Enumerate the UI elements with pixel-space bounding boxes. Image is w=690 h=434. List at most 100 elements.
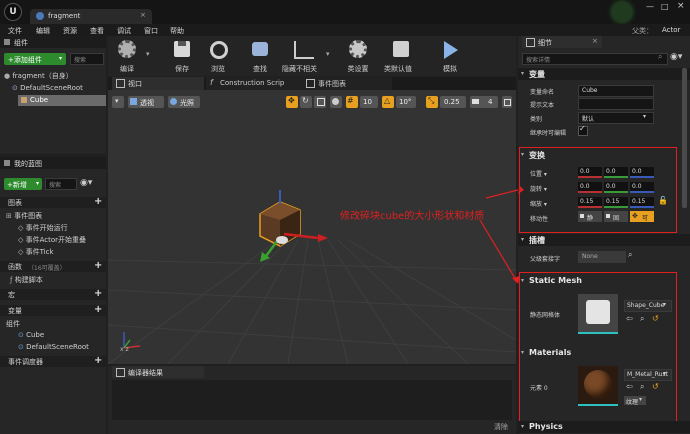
mobility-movable-button[interactable]: ✥ 可 [630,211,654,222]
tab-event-graph[interactable]: 事件图表 [302,77,392,90]
tree-item-self[interactable]: ● fragment（自身） [4,71,73,81]
simulate-button[interactable]: 模拟 [432,38,468,74]
location-label[interactable]: 位置 ▾ [530,169,547,178]
static-mesh-select[interactable]: Shape_Cube ▾ [624,300,672,312]
coordinate-system-button[interactable] [330,96,342,108]
compile-options-chevron-icon[interactable]: ▾ [146,50,150,58]
category-select[interactable]: 默认 ▾ [578,112,654,124]
tab-construction-script[interactable]: f Construction Scrip [206,77,302,90]
material-thumbnail[interactable] [578,366,618,406]
rotation-snap-value[interactable]: 10° [396,96,416,108]
browse-button[interactable]: 浏览 [200,38,236,74]
class-settings-button[interactable]: 类设置 [340,38,376,74]
graphs-category[interactable]: 图表 + [0,196,106,208]
variable-scene-root[interactable]: ⊙ DefaultSceneRoot [18,343,89,351]
compile-button[interactable]: 编译 [110,38,146,74]
event-graph-item[interactable]: ⊞ 事件图表 [6,211,42,221]
class-defaults-button[interactable]: 类默认值 [382,38,422,74]
details-search-input[interactable]: 搜索详情 [522,53,668,65]
reset-arrow-icon[interactable]: ↺ [652,382,659,391]
menu-file[interactable]: 文件 [8,26,22,36]
static-mesh-thumbnail[interactable] [578,294,618,334]
details-tab[interactable]: 细节 × [522,36,602,48]
tab-viewport[interactable]: 视口 [112,77,204,90]
mobility-static-button[interactable]: 静 [578,211,602,222]
rotation-y[interactable]: 0.0 [604,182,628,193]
scale-z[interactable]: 0.15 [630,197,654,208]
perspective-button[interactable]: 透视 [128,96,164,108]
scale-snap-value[interactable]: 0.25 [440,96,466,108]
close-window-icon[interactable]: × [677,1,685,11]
sockets-section-header[interactable]: ▾ 插槽 [518,234,690,246]
tree-item-cube-selected[interactable]: Cube [18,95,106,106]
components-group[interactable]: 组件 [6,319,20,329]
functions-category[interactable]: 函数 （16可覆盖） + [0,260,106,272]
add-component-button[interactable]: +添加组件 ▾ [4,53,66,65]
unreal-logo-icon[interactable]: U [4,3,22,21]
tooltip-input[interactable] [578,98,654,110]
rotation-x[interactable]: 0.0 [578,182,602,193]
dispatchers-category[interactable]: 事件调度器 + [0,355,106,367]
tab-close-icon[interactable]: × [140,11,146,19]
new-button[interactable]: +新增 ▾ [4,178,42,190]
rotation-snap-toggle[interactable]: △ [382,96,394,108]
menu-help[interactable]: 帮助 [170,26,184,36]
details-view-options-eye-icon[interactable]: ◉▾ [670,52,682,62]
add-macro-plus-icon[interactable]: + [94,288,102,299]
rotate-tool-button[interactable]: ↻ [300,96,312,108]
variable-cube[interactable]: ⊙ Cube [18,331,44,339]
location-y[interactable]: 0.0 [604,167,628,178]
use-selected-arrow-icon[interactable]: ⇦ [626,314,633,323]
macros-category[interactable]: 宏 + [0,288,106,300]
menu-view[interactable]: 查看 [90,26,104,36]
source-control-icon[interactable] [612,2,632,22]
tree-item-scene-root[interactable]: ⊙ DefaultSceneRoot [12,84,83,92]
transform-section-header[interactable]: ▾ 变换 [521,150,671,161]
scale-lock-icon[interactable]: 🔓 [658,196,668,205]
mobility-stationary-button[interactable]: 固 [604,211,628,222]
find-button[interactable]: 查找 [242,38,278,74]
var-name-input[interactable]: Cube [578,85,654,97]
add-variable-plus-icon[interactable]: + [94,304,102,315]
hide-unrelated-chevron-icon[interactable]: ▾ [326,50,330,58]
scale-x[interactable]: 0.15 [578,197,602,208]
static-mesh-section-header[interactable]: ▾ Static Mesh [521,276,671,287]
clear-button[interactable]: 清除 [494,422,508,432]
location-z[interactable]: 0.0 [630,167,654,178]
rotation-z[interactable]: 0.0 [630,182,654,193]
details-scrollbar[interactable] [682,68,687,208]
menu-window[interactable]: 窗口 [144,26,158,36]
event-item-overlap[interactable]: ◇ 事件Actor开始重叠 [18,235,86,245]
hide-unrelated-button[interactable]: 隐藏不相关 [282,38,324,74]
grid-snap-value[interactable]: 10 [360,96,378,108]
parent-class-link[interactable]: Actor [662,26,680,34]
blueprint-search-input[interactable]: 搜索 [45,178,77,190]
compiler-results-tab[interactable]: 编译器结果 [112,366,204,378]
material-texture-button[interactable]: 纹理 ▾ [624,396,646,406]
material-select[interactable]: M_Metal_Rust ▾ [624,369,672,381]
add-graph-plus-icon[interactable]: + [94,196,102,207]
variable-section-header[interactable]: ▾ 变量 [518,68,690,80]
viewport-options-button[interactable]: ▾ [112,96,124,108]
materials-section-header[interactable]: ▾ Materials [521,348,671,359]
browse-asset-search-icon[interactable]: ⌕ [640,382,644,392]
browse-asset-search-icon[interactable]: ⌕ [640,314,644,324]
save-button[interactable]: 保存 [164,38,200,74]
menu-asset[interactable]: 资源 [63,26,77,36]
scale-snap-toggle[interactable]: ⤡ [426,96,438,108]
variables-category[interactable]: 变量 + [0,304,106,316]
location-x[interactable]: 0.0 [578,167,602,178]
construction-script-item[interactable]: ƒ 构建脚本 [10,275,43,285]
menu-edit[interactable]: 编辑 [36,26,50,36]
physics-section-header[interactable]: ▾ Physics [518,421,690,433]
maximize-viewport-button[interactable] [502,96,512,108]
menu-debug[interactable]: 调试 [117,26,131,36]
blueprint-tab[interactable]: fragment × [30,9,152,24]
minimize-icon[interactable]: — [646,2,654,11]
view-options-eye-icon[interactable]: ◉▾ [80,178,92,188]
use-selected-arrow-icon[interactable]: ⇦ [626,382,633,391]
reset-arrow-icon[interactable]: ↺ [652,314,659,323]
add-dispatcher-plus-icon[interactable]: + [94,355,102,366]
event-item-tick[interactable]: ◇ 事件Tick [18,247,54,257]
maximize-icon[interactable]: □ [661,2,669,11]
